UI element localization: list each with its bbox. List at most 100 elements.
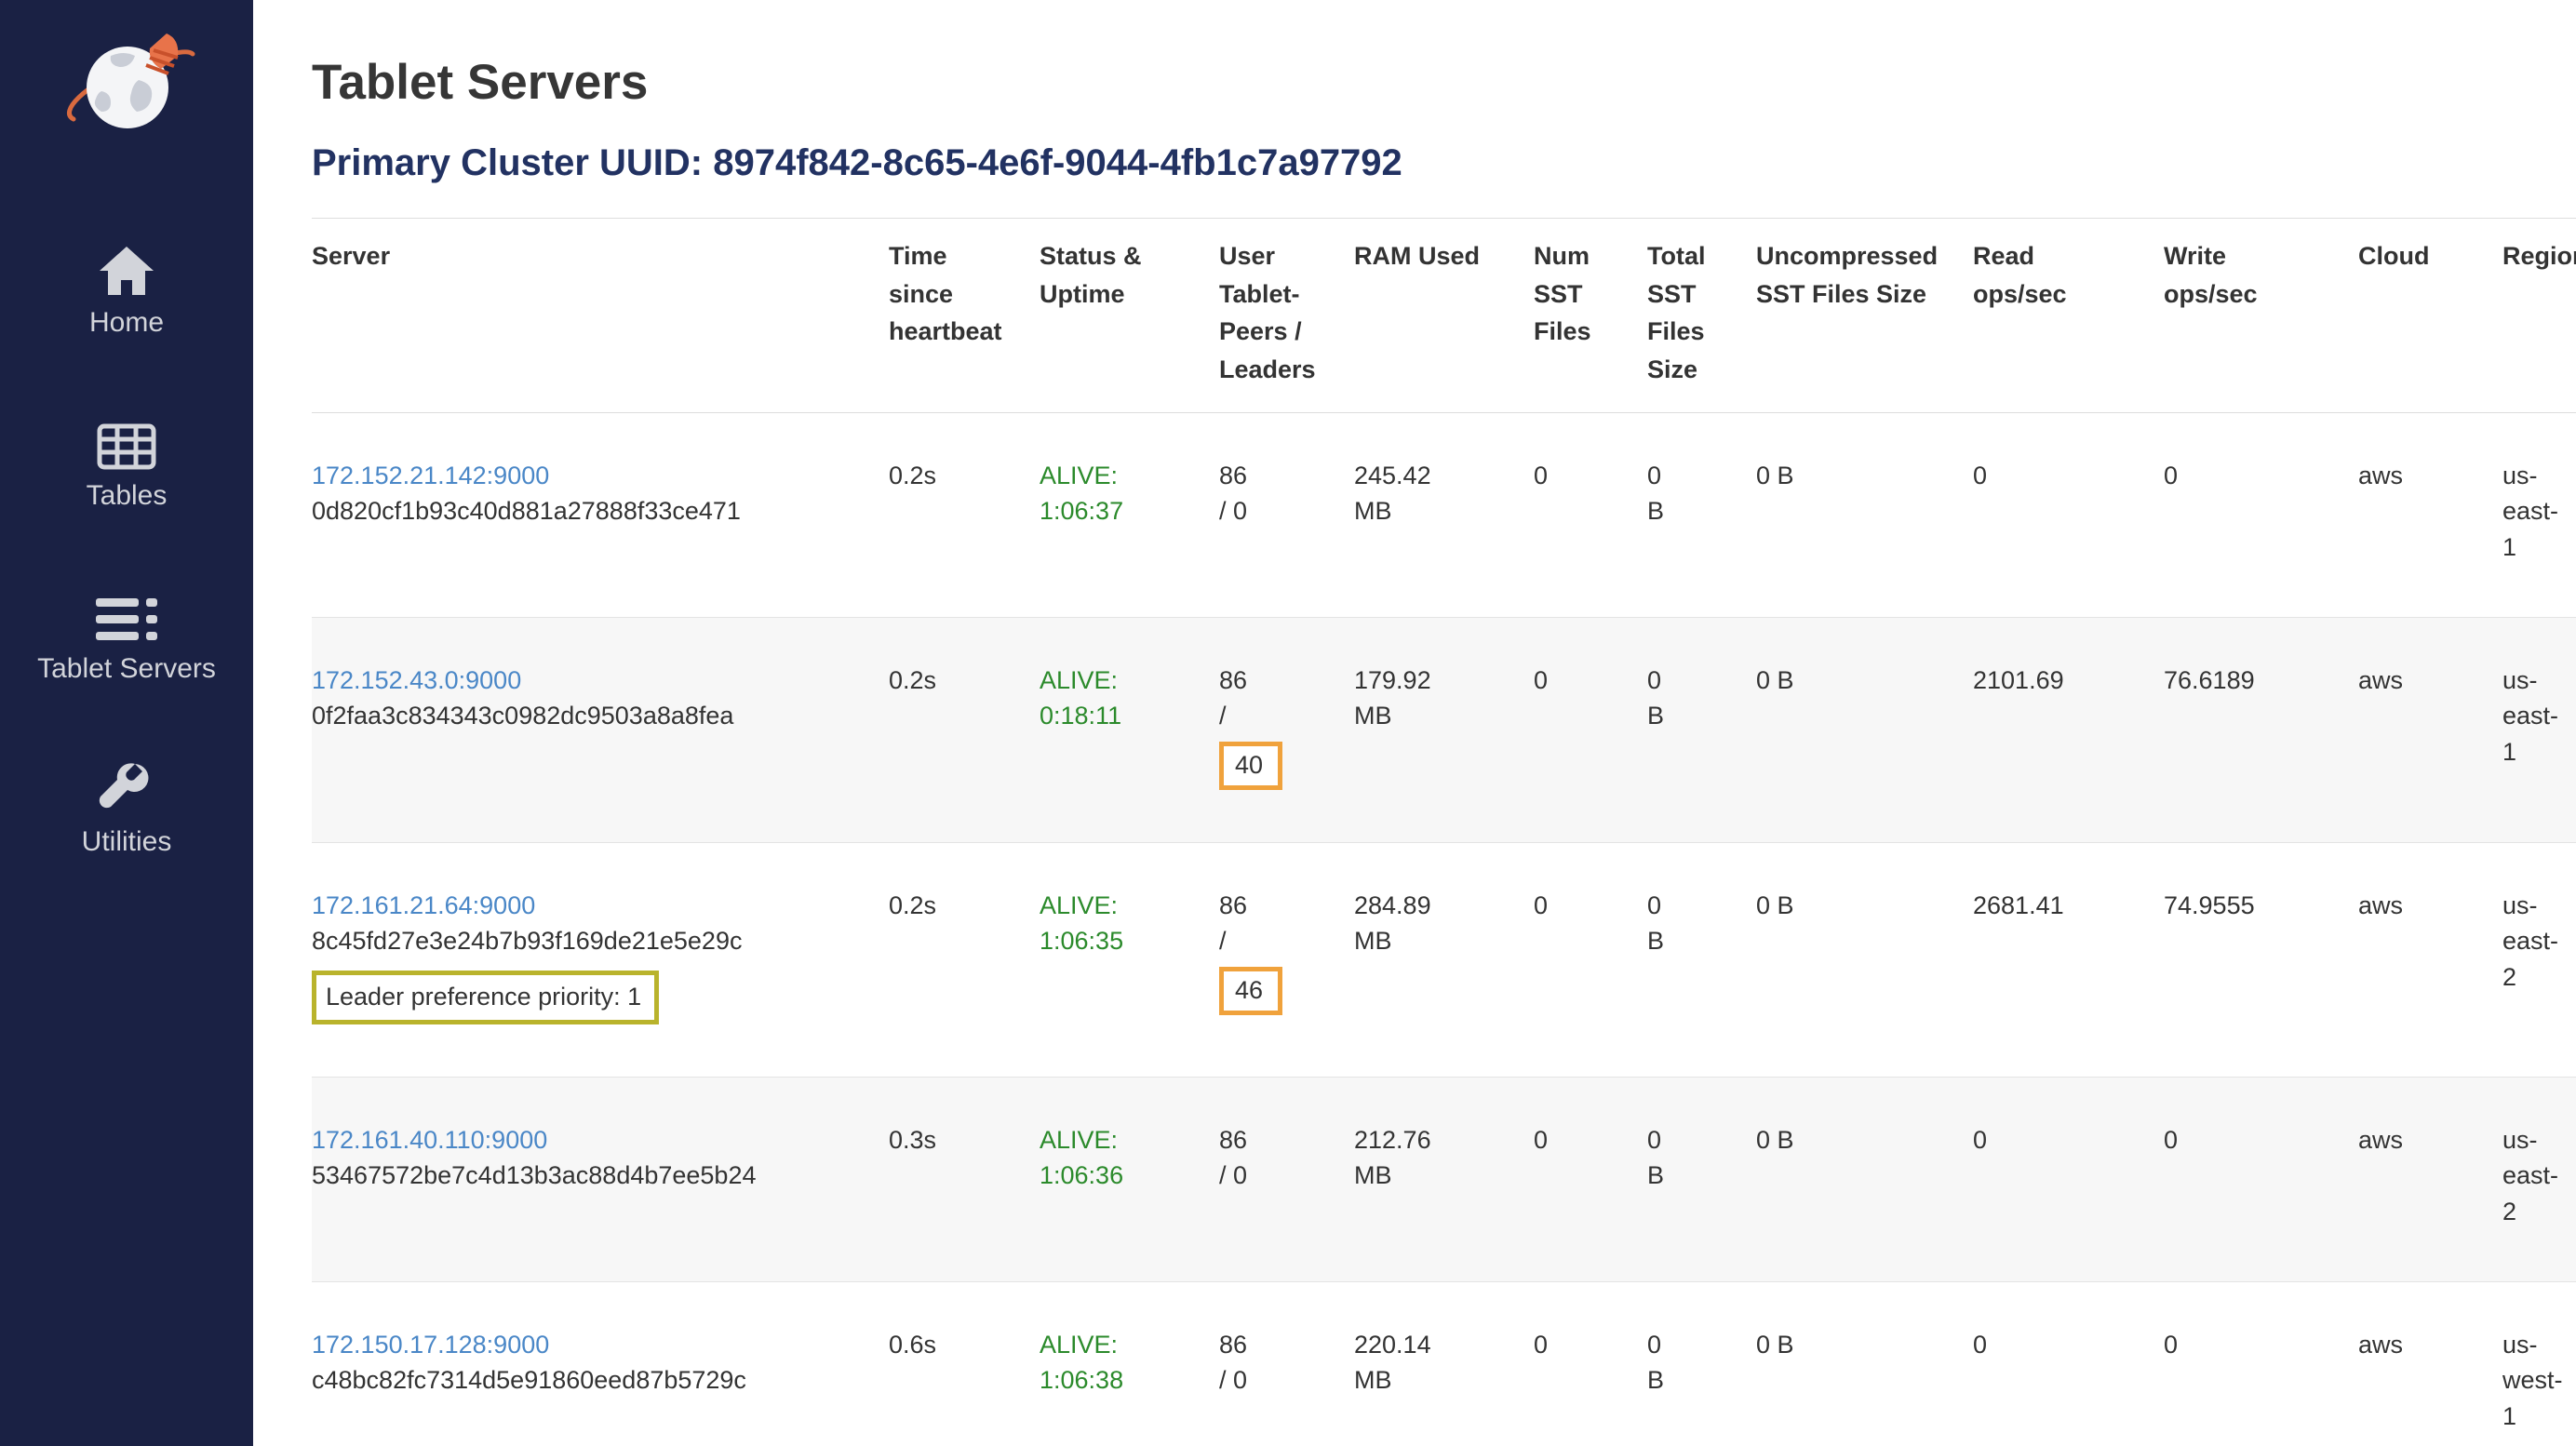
leaders-separator: / [1219,698,1341,733]
sidebar-item-label: Tablet Servers [37,652,216,686]
leaders-highlight-badge: 40 [1219,742,1282,790]
heartbeat-cell: 0.6s [889,1281,1040,1446]
status-cell: ALIVE: 1:06:35 [1040,842,1219,1077]
uptime-value: 1:06:37 [1040,493,1206,529]
col-header-cloud: Cloud [2358,219,2502,413]
sidebar-item-utilities[interactable]: Utilities [82,758,172,859]
page-title: Tablet Servers [312,54,2572,111]
cloud-cell: aws [2358,1281,2502,1446]
server-link[interactable]: 172.152.21.142:9000 [312,462,549,489]
sidebar-item-label: Tables [87,479,168,513]
total-sst-cell: 0 B [1647,617,1756,842]
ram-cell: 245.42 MB [1354,413,1534,618]
leaders-highlight-badge: 46 [1219,967,1282,1015]
col-header-total-sst: Total SST Files Size [1647,219,1756,413]
region-cell: us-east-2 [2502,842,2576,1077]
table-row: 172.161.40.110:9000 53467572be7c4d13b3ac… [312,1077,2576,1281]
tablet-peers-cell: 86 / 46 [1219,842,1354,1077]
table-row: 172.161.21.64:9000 8c45fd27e3e24b7b93f16… [312,842,2576,1077]
leaders-count: / 0 [1219,1362,1341,1398]
status-cell: ALIVE: 1:06:38 [1040,1281,1219,1446]
tablet-peers-cell: 86 / 40 [1219,617,1354,842]
table-row: 172.152.43.0:9000 0f2faa3c834343c0982dc9… [312,617,2576,842]
utilities-icon [98,758,155,816]
tablet-peers-cell: 86 / 0 [1219,413,1354,618]
status-cell: ALIVE: 1:06:36 [1040,1077,1219,1281]
leaders-count: / 0 [1219,493,1341,529]
server-cell: 172.161.40.110:9000 53467572be7c4d13b3ac… [312,1077,889,1281]
col-header-ram: RAM Used [1354,219,1534,413]
tablet-peers-cell: 86 / 0 [1219,1281,1354,1446]
region-cell: us-east-2 [2502,1077,2576,1281]
status-cell: ALIVE: 1:06:37 [1040,413,1219,618]
sidebar: Home Tables [0,0,253,1446]
sidebar-item-tables[interactable]: Tables [87,412,168,513]
num-sst-cell: 0 [1534,413,1647,618]
peers-count: 86 [1219,1122,1341,1158]
col-header-status: Status & Uptime [1040,219,1219,413]
num-sst-cell: 0 [1534,842,1647,1077]
leaders-separator: / [1219,923,1341,958]
total-sst-cell: 0 B [1647,1281,1756,1446]
uptime-value: 0:18:11 [1040,698,1206,733]
num-sst-cell: 0 [1534,1281,1647,1446]
server-cell: 172.150.17.128:9000 c48bc82fc7314d5e9186… [312,1281,889,1446]
yugabytedb-logo[interactable] [57,26,196,150]
server-link[interactable]: 172.161.21.64:9000 [312,891,535,919]
uncompressed-sst-cell: 0 B [1756,842,1973,1077]
server-link[interactable]: 172.152.43.0:9000 [312,666,521,694]
primary-cluster-uuid: Primary Cluster UUID: 8974f842-8c65-4e6f… [312,142,2572,184]
uptime-value: 1:06:38 [1040,1362,1206,1398]
total-sst-cell: 0 B [1647,1077,1756,1281]
table-row: 172.150.17.128:9000 c48bc82fc7314d5e9186… [312,1281,2576,1446]
col-header-num-sst: Num SST Files [1534,219,1647,413]
tablet-servers-icon [94,585,159,643]
tables-icon [97,412,156,470]
ram-cell: 220.14 MB [1354,1281,1534,1446]
status-label: ALIVE: [1040,663,1206,698]
server-uuid: c48bc82fc7314d5e91860eed87b5729c [312,1362,876,1398]
ram-cell: 212.76 MB [1354,1077,1534,1281]
status-cell: ALIVE: 0:18:11 [1040,617,1219,842]
sidebar-item-label: Home [89,306,164,340]
uncompressed-sst-cell: 0 B [1756,1077,1973,1281]
read-ops-cell: 0 [1973,1077,2164,1281]
write-ops-cell: 0 [2164,1077,2358,1281]
uncompressed-sst-cell: 0 B [1756,617,1973,842]
cloud-cell: aws [2358,617,2502,842]
col-header-server: Server [312,219,889,413]
heartbeat-cell: 0.3s [889,1077,1040,1281]
status-label: ALIVE: [1040,1327,1206,1362]
tablet-peers-cell: 86 / 0 [1219,1077,1354,1281]
write-ops-cell: 74.9555 [2164,842,2358,1077]
cloud-cell: aws [2358,413,2502,618]
uptime-value: 1:06:36 [1040,1158,1206,1193]
col-header-heartbeat: Time since heartbeat [889,219,1040,413]
uptime-value: 1:06:35 [1040,923,1206,958]
cloud-cell: aws [2358,842,2502,1077]
sidebar-item-home[interactable]: Home [89,239,164,340]
server-uuid: 0f2faa3c834343c0982dc9503a8a8fea [312,698,876,733]
server-link[interactable]: 172.150.17.128:9000 [312,1331,549,1359]
table-header-row: Server Time since heartbeat Status & Upt… [312,219,2576,413]
leaders-count: / 0 [1219,1158,1341,1193]
total-sst-cell: 0 B [1647,842,1756,1077]
col-header-uncompressed-sst: Uncompressed SST Files Size [1756,219,1973,413]
uncompressed-sst-cell: 0 B [1756,1281,1973,1446]
status-label: ALIVE: [1040,888,1206,923]
heartbeat-cell: 0.2s [889,842,1040,1077]
server-link[interactable]: 172.161.40.110:9000 [312,1126,547,1154]
peers-count: 86 [1219,888,1341,923]
sidebar-item-label: Utilities [82,825,172,859]
write-ops-cell: 0 [2164,1281,2358,1446]
home-icon [98,239,155,297]
sidebar-item-tablet-servers[interactable]: Tablet Servers [37,585,216,686]
app-window: Home Tables [0,0,2576,1446]
server-cell: 172.152.21.142:9000 0d820cf1b93c40d881a2… [312,413,889,618]
cloud-cell: aws [2358,1077,2502,1281]
status-label: ALIVE: [1040,1122,1206,1158]
tablet-servers-table: Server Time since heartbeat Status & Upt… [312,218,2576,1446]
peers-count: 86 [1219,458,1341,493]
col-header-read-ops: Read ops/sec [1973,219,2164,413]
rocket [146,33,178,74]
